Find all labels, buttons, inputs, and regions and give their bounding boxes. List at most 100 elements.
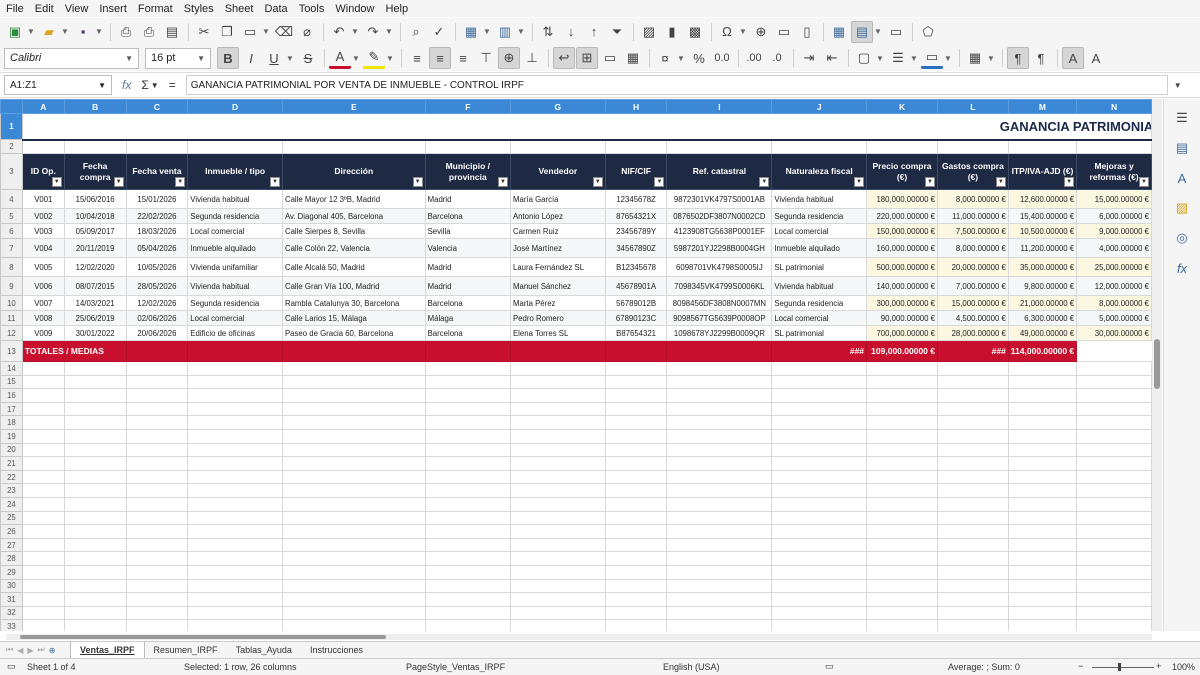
chevron-down-icon[interactable]: ▼ bbox=[352, 47, 360, 69]
underline-icon[interactable]: U bbox=[263, 47, 285, 69]
cell[interactable] bbox=[125, 469, 189, 485]
table-cell[interactable]: Sevilla bbox=[424, 223, 511, 239]
cell[interactable] bbox=[604, 388, 668, 403]
chevron-down-icon[interactable]: ▼ bbox=[386, 47, 394, 69]
cell[interactable] bbox=[125, 139, 189, 154]
autofilter-icon[interactable]: ⏷ bbox=[606, 21, 628, 43]
row-header[interactable]: 22 bbox=[0, 469, 23, 485]
cell[interactable] bbox=[666, 524, 773, 539]
cell[interactable] bbox=[424, 374, 511, 390]
cell[interactable] bbox=[1076, 592, 1152, 607]
cell[interactable] bbox=[604, 469, 668, 485]
cell[interactable] bbox=[509, 537, 606, 553]
cell[interactable] bbox=[1076, 388, 1152, 403]
cell[interactable] bbox=[424, 428, 511, 444]
cell[interactable] bbox=[187, 374, 283, 390]
cell[interactable] bbox=[21, 388, 65, 403]
cell[interactable] bbox=[936, 139, 1009, 154]
cell[interactable] bbox=[1007, 537, 1078, 553]
cell[interactable] bbox=[1076, 361, 1152, 376]
print-icon[interactable]: ⎙ bbox=[138, 21, 160, 43]
cell[interactable] bbox=[63, 483, 127, 498]
cell[interactable] bbox=[866, 415, 938, 430]
filter-dropdown-icon[interactable]: ▼ bbox=[1139, 177, 1149, 187]
table-cell[interactable]: 9,000.00000 € bbox=[1076, 223, 1152, 239]
cell[interactable] bbox=[125, 496, 189, 512]
table-cell[interactable]: Segunda residencia bbox=[771, 208, 868, 224]
table-cell[interactable]: 49,000.00000 € bbox=[1007, 325, 1078, 341]
cell[interactable] bbox=[771, 428, 868, 444]
cell[interactable] bbox=[424, 619, 511, 631]
table-cell[interactable]: Segunda residencia bbox=[187, 208, 283, 224]
cell[interactable] bbox=[1007, 139, 1078, 154]
cell[interactable] bbox=[424, 578, 511, 594]
vertical-scrollbar[interactable] bbox=[1152, 99, 1162, 631]
cell[interactable] bbox=[424, 442, 511, 458]
cell[interactable] bbox=[63, 415, 127, 430]
table-cell[interactable]: 160,000.00000 € bbox=[866, 238, 938, 258]
cell[interactable] bbox=[604, 564, 668, 580]
table-cell[interactable]: Vivienda habitual bbox=[187, 276, 283, 296]
cell[interactable] bbox=[866, 442, 938, 458]
row-header[interactable]: 24 bbox=[0, 496, 23, 512]
cell[interactable] bbox=[509, 401, 606, 417]
unmerge-cells-icon[interactable]: ▦ bbox=[622, 47, 644, 69]
cell[interactable] bbox=[666, 340, 773, 362]
cell[interactable] bbox=[21, 564, 65, 580]
menu-format[interactable]: Format bbox=[138, 3, 173, 15]
table-cell[interactable]: 12/02/2020 bbox=[63, 257, 127, 277]
table-cell[interactable]: Barcelona bbox=[424, 325, 511, 341]
row-header[interactable]: 32 bbox=[0, 605, 23, 621]
cell[interactable] bbox=[771, 374, 868, 390]
row-header[interactable]: 33 bbox=[0, 619, 23, 631]
cell[interactable] bbox=[125, 564, 189, 580]
cell[interactable] bbox=[771, 456, 868, 471]
row-header[interactable]: 15 bbox=[0, 374, 23, 390]
row-header[interactable]: 19 bbox=[0, 428, 23, 444]
table-cell[interactable]: 5987201YJ2298B0004GH bbox=[666, 238, 773, 258]
table-cell[interactable]: Carmen Ruiz bbox=[509, 223, 606, 239]
menu-sheet[interactable]: Sheet bbox=[225, 3, 254, 15]
font-color-icon[interactable]: A bbox=[329, 47, 351, 69]
previous-sheet-icon[interactable]: ◀ bbox=[17, 646, 23, 655]
chevron-down-icon[interactable]: ▼ bbox=[262, 21, 270, 43]
total-cell[interactable]: ### bbox=[936, 340, 1009, 362]
cell[interactable] bbox=[63, 456, 127, 471]
cell[interactable] bbox=[1076, 510, 1152, 526]
menu-insert[interactable]: Insert bbox=[99, 3, 127, 15]
cell[interactable] bbox=[1007, 483, 1078, 498]
cell[interactable] bbox=[281, 428, 426, 444]
table-cell[interactable]: 9872301VK4797S0001AB bbox=[666, 189, 773, 209]
header-cell[interactable]: Inmueble / tipo ▼ bbox=[187, 153, 283, 190]
pivot-table-icon[interactable]: ▩ bbox=[684, 21, 706, 43]
chevron-down-icon[interactable]: ▼ bbox=[944, 47, 952, 69]
cell[interactable] bbox=[125, 537, 189, 553]
cell[interactable] bbox=[866, 469, 938, 485]
cell[interactable] bbox=[1076, 456, 1152, 471]
styles-icon[interactable]: A bbox=[1171, 167, 1193, 189]
cell[interactable] bbox=[604, 537, 668, 553]
gallery-icon[interactable]: ▨ bbox=[1171, 197, 1193, 219]
headers-footers-icon[interactable]: ▯ bbox=[796, 21, 818, 43]
table-cell[interactable]: V005 bbox=[21, 257, 65, 277]
cell[interactable] bbox=[125, 619, 189, 631]
cell[interactable] bbox=[866, 456, 938, 471]
table-cell[interactable]: 7,000.00000 € bbox=[936, 276, 1009, 296]
cell[interactable] bbox=[936, 428, 1009, 444]
cell[interactable] bbox=[666, 496, 773, 512]
row-header[interactable]: 20 bbox=[0, 442, 23, 458]
cell[interactable] bbox=[771, 619, 868, 631]
wrap-text-icon[interactable]: ↩ bbox=[553, 47, 575, 69]
table-cell[interactable]: 12345678Z bbox=[604, 189, 668, 209]
cell[interactable] bbox=[1007, 605, 1078, 621]
row-header[interactable]: 27 bbox=[0, 537, 23, 553]
navigator-icon[interactable]: ◎ bbox=[1171, 227, 1193, 249]
row-header[interactable]: 7 bbox=[0, 238, 23, 258]
table-cell[interactable]: 67890123C bbox=[604, 310, 668, 326]
table-cell[interactable]: 15,000.00000 € bbox=[1076, 189, 1152, 209]
cell[interactable] bbox=[424, 340, 511, 362]
menu-file[interactable]: File bbox=[6, 3, 24, 15]
cell[interactable] bbox=[424, 510, 511, 526]
decrease-indent-icon[interactable]: ⇤ bbox=[821, 47, 843, 69]
cell[interactable] bbox=[1076, 139, 1152, 154]
